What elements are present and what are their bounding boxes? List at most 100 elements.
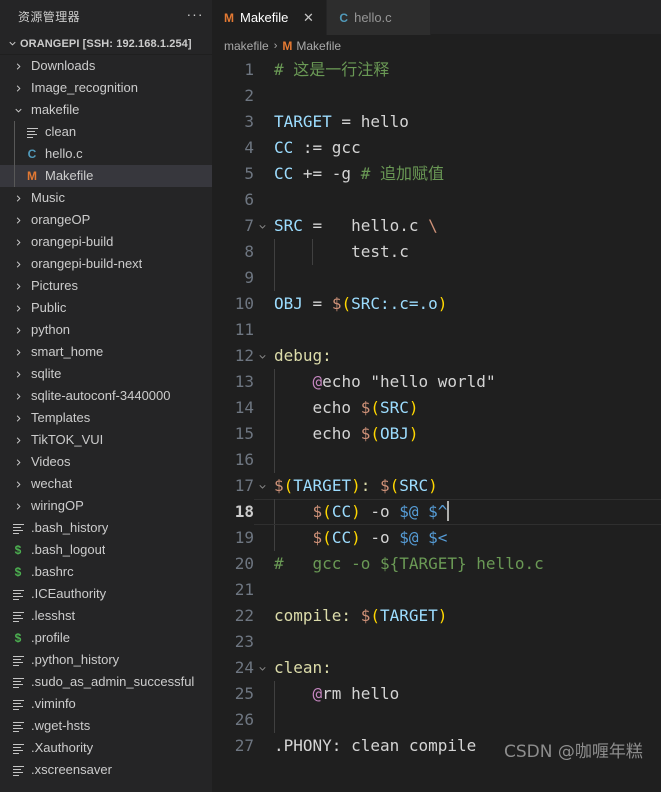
chevron-right-icon[interactable]	[10, 256, 26, 272]
line-content[interactable]: compile: $(TARGET)	[270, 603, 447, 629]
code-line[interactable]: 25 @rm hello	[212, 681, 661, 707]
sidebar-item-.sudo_as_admin_successful[interactable]: .sudo_as_admin_successful	[0, 671, 212, 693]
sidebar-item-hello.c[interactable]: Chello.c	[0, 143, 212, 165]
line-content[interactable]: clean:	[270, 655, 332, 681]
sidebar-item-.bash_logout[interactable]: $ .bash_logout	[0, 539, 212, 561]
chevron-right-icon[interactable]	[10, 212, 26, 228]
code-line[interactable]: 23	[212, 629, 661, 655]
chevron-right-icon[interactable]	[10, 366, 26, 382]
code-line[interactable]: 9	[212, 265, 661, 291]
sidebar-item-.bash_history[interactable]: .bash_history	[0, 517, 212, 539]
sidebar-item-clean[interactable]: clean	[0, 121, 212, 143]
sidebar-item-orangepi-build-next[interactable]: orangepi-build-next	[0, 253, 212, 275]
tab-hello-c[interactable]: Chello.c	[327, 0, 431, 35]
sidebar-item-makefile[interactable]: makefile	[0, 99, 212, 121]
line-content[interactable]: SRC = hello.c \	[270, 213, 438, 239]
sidebar-item-public[interactable]: Public	[0, 297, 212, 319]
line-content[interactable]: $(CC) -o $@ $<	[270, 525, 448, 551]
sidebar-item-templates[interactable]: Templates	[0, 407, 212, 429]
code-line[interactable]: 2	[212, 83, 661, 109]
line-content[interactable]: .PHONY: clean compile	[270, 733, 476, 759]
line-content[interactable]: CC := gcc	[270, 135, 361, 161]
line-content[interactable]: $(TARGET): $(SRC)	[270, 473, 438, 499]
sidebar-item-pictures[interactable]: Pictures	[0, 275, 212, 297]
sidebar-item-tiktok_vui[interactable]: TikTOK_VUI	[0, 429, 212, 451]
chevron-right-icon[interactable]	[10, 410, 26, 426]
sidebar-item-wechat[interactable]: wechat	[0, 473, 212, 495]
sidebar-item-wiringop[interactable]: wiringOP	[0, 495, 212, 517]
sidebar-item-orangepi-build[interactable]: orangepi-build	[0, 231, 212, 253]
line-content[interactable]: echo $(OBJ)	[270, 421, 419, 447]
fold-chevron-down-icon[interactable]	[254, 473, 270, 499]
sidebar-item-.viminfo[interactable]: .viminfo	[0, 693, 212, 715]
explorer-more-actions-icon[interactable]: ···	[184, 7, 206, 27]
chevron-down-icon[interactable]	[10, 102, 26, 118]
code-line[interactable]: 18 $(CC) -o $@ $^	[212, 499, 661, 525]
code-line[interactable]: 4 CC := gcc	[212, 135, 661, 161]
code-line[interactable]: 24 clean:	[212, 655, 661, 681]
sidebar-item-.profile[interactable]: $ .profile	[0, 627, 212, 649]
sidebar-item-.python_history[interactable]: .python_history	[0, 649, 212, 671]
breadcrumb-file[interactable]: M Makefile	[282, 39, 341, 53]
fold-chevron-down-icon[interactable]	[254, 213, 270, 239]
code-line[interactable]: 1 # 这是一行注释	[212, 57, 661, 83]
line-content[interactable]: TARGET = hello	[270, 109, 409, 135]
sidebar-item-image_recognition[interactable]: Image_recognition	[0, 77, 212, 99]
code-line[interactable]: 14 echo $(SRC)	[212, 395, 661, 421]
code-line[interactable]: 3 TARGET = hello	[212, 109, 661, 135]
code-line[interactable]: 12 debug:	[212, 343, 661, 369]
sidebar-item-.bashrc[interactable]: $ .bashrc	[0, 561, 212, 583]
line-content[interactable]: # gcc -o ${TARGET} hello.c	[270, 551, 544, 577]
sidebar-item-videos[interactable]: Videos	[0, 451, 212, 473]
line-content[interactable]: $(CC) -o $@ $^	[270, 499, 450, 525]
code-line[interactable]: 22 compile: $(TARGET)	[212, 603, 661, 629]
code-line[interactable]: 11	[212, 317, 661, 343]
code-line[interactable]: 10 OBJ = $(SRC:.c=.o)	[212, 291, 661, 317]
chevron-right-icon[interactable]	[10, 476, 26, 492]
chevron-right-icon[interactable]	[10, 234, 26, 250]
code-line[interactable]: 7 SRC = hello.c \	[212, 213, 661, 239]
chevron-right-icon[interactable]	[10, 58, 26, 74]
workspace-root-row[interactable]: ORANGEPI [SSH: 192.168.1.254]	[0, 33, 212, 55]
editor-tab-bar[interactable]: M Makefile ✕ Chello.c	[212, 0, 661, 35]
chevron-right-icon[interactable]	[10, 498, 26, 514]
sidebar-item-makefile[interactable]: M Makefile	[0, 165, 212, 187]
sidebar-item-sqlite-autoconf-3440000[interactable]: sqlite-autoconf-3440000	[0, 385, 212, 407]
sidebar-item-sqlite[interactable]: sqlite	[0, 363, 212, 385]
chevron-right-icon[interactable]	[10, 190, 26, 206]
chevron-right-icon[interactable]	[10, 322, 26, 338]
sidebar-item-music[interactable]: Music	[0, 187, 212, 209]
code-line[interactable]: 16	[212, 447, 661, 473]
line-content[interactable]: @echo "hello world"	[270, 369, 496, 395]
code-line[interactable]: 19 $(CC) -o $@ $<	[212, 525, 661, 551]
breadcrumb-folder[interactable]: makefile	[224, 39, 269, 53]
code-line[interactable]: 26	[212, 707, 661, 733]
fold-chevron-down-icon[interactable]	[254, 343, 270, 369]
sidebar-item-.wget-hsts[interactable]: .wget-hsts	[0, 715, 212, 737]
code-line[interactable]: 27 .PHONY: clean compile	[212, 733, 661, 759]
line-content[interactable]: # 这是一行注释	[270, 57, 389, 83]
sidebar-item-downloads[interactable]: Downloads	[0, 55, 212, 77]
code-editor[interactable]: 1 # 这是一行注释 2 3 TARGET = hello 4 CC := gcc 5 CC +…	[212, 57, 661, 792]
sidebar-item-.xscreensaver[interactable]: .xscreensaver	[0, 759, 212, 781]
tab-makefile[interactable]: M Makefile ✕	[212, 0, 328, 35]
line-content[interactable]: @rm hello	[270, 681, 400, 707]
code-line[interactable]: 20 # gcc -o ${TARGET} hello.c	[212, 551, 661, 577]
line-content[interactable]: OBJ = $(SRC:.c=.o)	[270, 291, 447, 317]
line-content[interactable]: test.c	[270, 239, 409, 265]
chevron-right-icon[interactable]	[10, 454, 26, 470]
sidebar-item-.xauthority[interactable]: .Xauthority	[0, 737, 212, 759]
chevron-down-icon[interactable]	[4, 36, 20, 52]
chevron-right-icon[interactable]	[10, 432, 26, 448]
code-line[interactable]: 5 CC += -g # 追加赋值	[212, 161, 661, 187]
sidebar-item-smart_home[interactable]: smart_home	[0, 341, 212, 363]
breadcrumb[interactable]: makefile › M Makefile	[212, 35, 661, 57]
close-icon[interactable]: ✕	[300, 10, 316, 26]
chevron-right-icon[interactable]	[10, 278, 26, 294]
line-content[interactable]: debug:	[270, 343, 332, 369]
sidebar-item-.iceauthority[interactable]: .ICEauthority	[0, 583, 212, 605]
line-content[interactable]: CC += -g # 追加赋值	[270, 161, 444, 187]
sidebar-item-python[interactable]: python	[0, 319, 212, 341]
code-line[interactable]: 13 @echo "hello world"	[212, 369, 661, 395]
sidebar-item-orangeop[interactable]: orangeOP	[0, 209, 212, 231]
